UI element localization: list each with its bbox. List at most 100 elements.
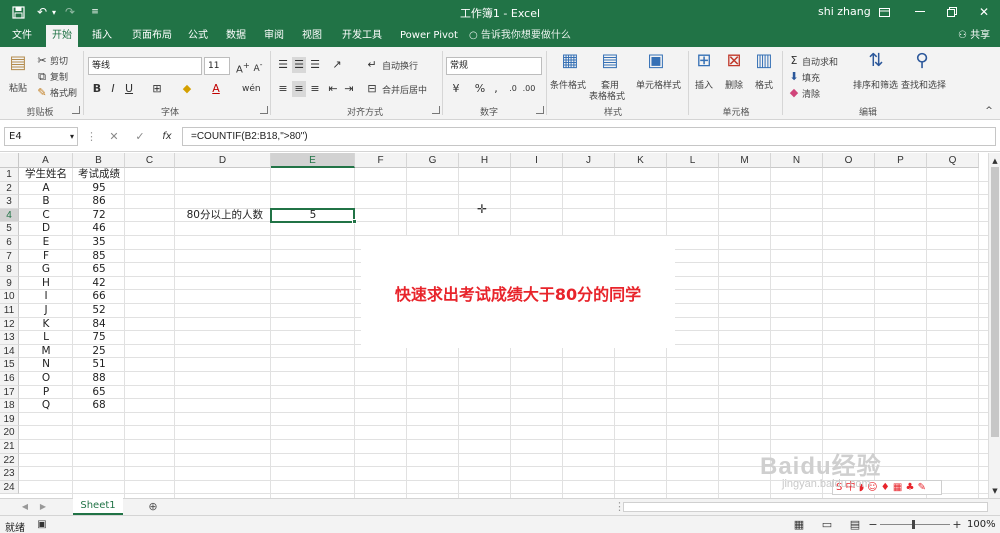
fill-button[interactable]: 填充	[802, 71, 820, 84]
score-cell[interactable]: 46	[73, 222, 125, 236]
sort-filter-button[interactable]: 排序和筛选	[853, 78, 898, 91]
merge-center-button[interactable]: 合并后居中	[382, 83, 427, 96]
zoom-out-icon[interactable]: −	[868, 517, 878, 533]
wrap-text-icon[interactable]: ↵	[366, 57, 378, 73]
student-name-cell[interactable]: O	[19, 372, 73, 386]
student-name-cell[interactable]: N	[19, 358, 73, 372]
clear-button[interactable]: 清除	[802, 87, 820, 100]
column-header[interactable]: K	[615, 153, 667, 168]
row-header[interactable]: 9	[0, 276, 19, 291]
tell-me-search[interactable]: ○ 告诉我你想要做什么	[469, 25, 571, 47]
increase-decimal-icon[interactable]: .0	[506, 81, 520, 97]
count-label-cell[interactable]: 80分以上的人数	[175, 209, 271, 223]
autosum-button[interactable]: 自动求和	[802, 55, 838, 68]
orientation-icon[interactable]: ↗	[330, 57, 344, 73]
row-header[interactable]: 10	[0, 290, 19, 304]
column-header[interactable]: H	[459, 153, 511, 168]
insert-cells-button[interactable]: 插入	[695, 78, 713, 91]
select-all-corner[interactable]	[0, 153, 19, 168]
tab-developer[interactable]: 开发工具	[336, 25, 388, 47]
score-cell[interactable]: 95	[73, 182, 125, 196]
row-header[interactable]: 4	[0, 208, 19, 223]
sort-filter-icon[interactable]: ⇅	[866, 52, 886, 70]
delete-cells-button[interactable]: 删除	[725, 78, 743, 91]
tab-home[interactable]: 开始	[46, 25, 78, 47]
column-header[interactable]: F	[355, 153, 407, 168]
student-name-cell[interactable]: M	[19, 345, 73, 359]
page-layout-view-icon[interactable]: ▭	[820, 517, 834, 533]
score-cell[interactable]: 51	[73, 358, 125, 372]
row-header[interactable]: 2	[0, 181, 19, 196]
fill-color-icon[interactable]: ◆	[180, 81, 194, 97]
zoom-slider-knob[interactable]	[912, 520, 915, 529]
row-header[interactable]: 6	[0, 236, 19, 250]
scroll-down-icon[interactable]: ▼	[990, 483, 1000, 499]
vertical-scroll-thumb[interactable]	[991, 167, 999, 437]
column-header[interactable]: I	[511, 153, 563, 168]
tab-file[interactable]: 文件	[6, 25, 38, 47]
format-as-table-label-2[interactable]: 表格格式	[589, 89, 625, 102]
conditional-format-icon[interactable]: ▦	[560, 52, 580, 70]
active-cell-outline[interactable]	[270, 207, 355, 224]
currency-icon[interactable]: ¥	[448, 81, 464, 97]
column-header[interactable]: N	[771, 153, 823, 168]
student-name-cell[interactable]: G	[19, 263, 73, 277]
clear-icon[interactable]: ◆	[788, 85, 800, 101]
tab-insert[interactable]: 插入	[86, 25, 118, 47]
score-cell[interactable]: 68	[73, 399, 125, 413]
zoom-in-icon[interactable]: +	[952, 517, 962, 533]
bold-icon[interactable]: B	[92, 81, 102, 97]
student-name-cell[interactable]: L	[19, 331, 73, 345]
cancel-entry-icon[interactable]: ✕	[108, 129, 120, 145]
score-cell[interactable]: 84	[73, 318, 125, 332]
row-header[interactable]: 22	[0, 453, 19, 468]
column-header[interactable]: E	[271, 153, 355, 168]
zoom-level[interactable]: 100%	[967, 519, 996, 530]
increase-indent-icon[interactable]: ⇥	[342, 81, 356, 97]
score-cell[interactable]: 75	[73, 331, 125, 345]
row-header[interactable]: 5	[0, 222, 19, 236]
fill-handle[interactable]	[352, 219, 357, 225]
row-header[interactable]: 24	[0, 480, 19, 495]
clipboard-launcher-icon[interactable]	[72, 106, 80, 114]
row-header[interactable]: 18	[0, 399, 19, 413]
increase-font-icon[interactable]: A+	[236, 57, 250, 78]
tab-review[interactable]: 审阅	[258, 25, 290, 47]
student-name-cell[interactable]: P	[19, 386, 73, 400]
zoom-slider[interactable]	[880, 524, 950, 525]
next-sheet-icon[interactable]: ▶	[38, 499, 48, 515]
delete-cells-icon[interactable]: ⊠	[724, 52, 744, 70]
score-cell[interactable]: 35	[73, 236, 125, 250]
share-button[interactable]: ⚇ 共享	[958, 25, 990, 47]
score-cell[interactable]: 66	[73, 290, 125, 304]
student-name-cell[interactable]: D	[19, 222, 73, 236]
tab-formulas[interactable]: 公式	[182, 25, 214, 47]
borders-icon[interactable]: ⊞	[150, 81, 164, 97]
tab-data[interactable]: 数据	[220, 25, 252, 47]
align-left-icon[interactable]: ≡	[276, 81, 290, 97]
align-right-icon[interactable]: ≡	[308, 81, 322, 97]
decrease-font-icon[interactable]: A-	[252, 57, 264, 77]
cut-button[interactable]: 剪切	[50, 54, 68, 67]
find-select-button[interactable]: 查找和选择	[901, 78, 946, 91]
row-header[interactable]: 3	[0, 195, 19, 209]
paste-button-label[interactable]: 粘贴	[9, 81, 27, 94]
column-header[interactable]: M	[719, 153, 771, 168]
student-name-cell[interactable]: A	[19, 182, 73, 196]
row-header[interactable]: 12	[0, 317, 19, 332]
row-header[interactable]: 17	[0, 385, 19, 400]
align-middle-icon[interactable]: ☰	[292, 57, 306, 73]
student-name-cell[interactable]: C	[19, 209, 73, 223]
student-name-cell[interactable]: E	[19, 236, 73, 250]
format-painter-icon[interactable]: ✎	[36, 85, 48, 101]
page-break-view-icon[interactable]: ▤	[848, 517, 862, 533]
horizontal-scrollbar[interactable]	[623, 502, 988, 512]
score-cell[interactable]: 85	[73, 250, 125, 264]
sheet-tab-sheet1[interactable]: Sheet1	[73, 498, 123, 515]
row-header[interactable]: 19	[0, 412, 19, 427]
score-cell[interactable]: 88	[73, 372, 125, 386]
tab-power-pivot[interactable]: Power Pivot	[394, 25, 464, 47]
prev-sheet-icon[interactable]: ◀	[20, 499, 30, 515]
student-name-cell[interactable]: F	[19, 250, 73, 264]
font-size-box[interactable]: 11	[204, 57, 230, 75]
